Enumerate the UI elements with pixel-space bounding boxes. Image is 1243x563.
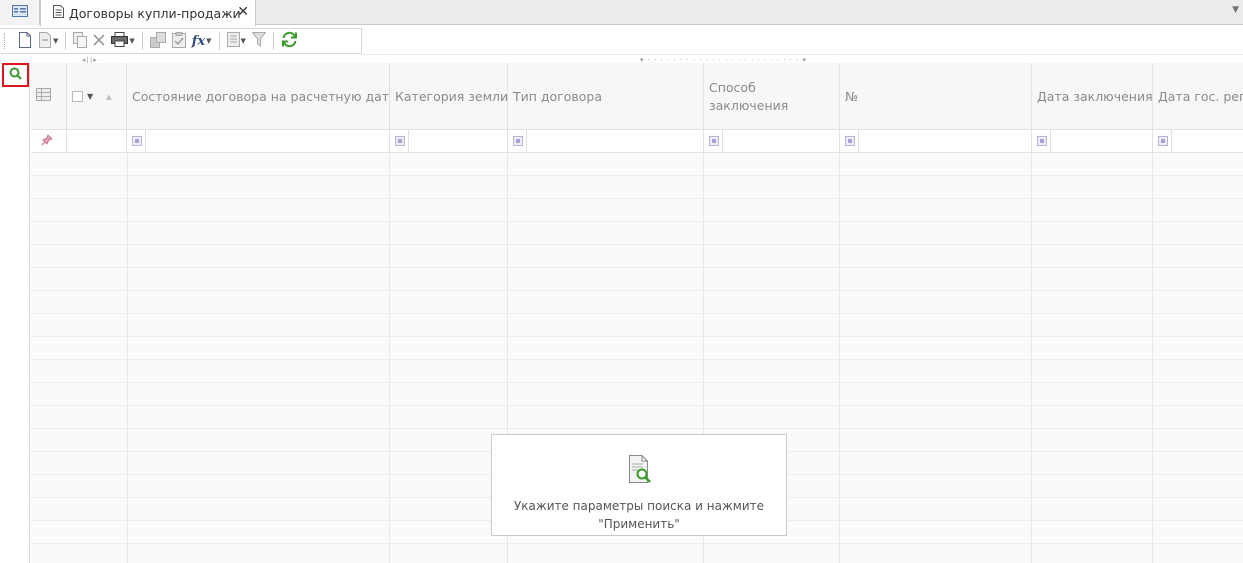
filter-conclusion-method[interactable]	[704, 130, 840, 152]
filter-number[interactable]	[840, 130, 1032, 152]
toolbar: ▼ ▼ fx ▼ ▼	[0, 28, 362, 54]
column-chooser[interactable]	[31, 63, 67, 130]
table-row[interactable]	[31, 291, 1243, 314]
export-button[interactable]	[149, 30, 166, 52]
export-icon	[149, 31, 166, 51]
edit-icon	[38, 31, 52, 51]
search-hint-line1: Укажите параметры поиска и нажмите	[513, 499, 765, 513]
print-button[interactable]: ▼	[111, 30, 135, 52]
column-header-state[interactable]: Состояние договора на расчетную дату	[127, 63, 390, 130]
filter-operator-icon[interactable]	[395, 136, 405, 146]
column-header-state-reg-date[interactable]: Дата гос. регистрации	[1153, 63, 1243, 130]
edit-button[interactable]: ▼	[38, 30, 58, 52]
formula-dropdown-icon[interactable]: ▼	[206, 37, 211, 45]
table-row[interactable]	[31, 222, 1243, 245]
filter-operator-icon[interactable]	[845, 136, 855, 146]
close-tab-icon[interactable]: ✕	[237, 4, 249, 20]
table-row[interactable]	[31, 199, 1243, 222]
view-icon	[226, 32, 240, 50]
filter-operator-icon[interactable]	[132, 136, 142, 146]
print-dropdown-icon[interactable]: ▼	[129, 37, 134, 45]
filter-operator-icon[interactable]	[709, 136, 719, 146]
filter-button[interactable]	[251, 30, 267, 52]
filter-state-reg-date[interactable]	[1153, 130, 1243, 152]
pin-icon[interactable]	[41, 134, 53, 149]
delete-icon	[93, 33, 105, 49]
tab-home[interactable]	[0, 0, 40, 25]
column-header-conclusion-method[interactable]: Способ заключения	[704, 63, 840, 130]
report-icon	[171, 31, 186, 51]
table-row[interactable]	[31, 268, 1243, 291]
filter-icon	[251, 32, 267, 50]
table-row[interactable]	[31, 245, 1243, 268]
grid-header: ▼ ▲ Состояние договора на расчетную дату…	[31, 63, 1243, 130]
table-row[interactable]	[31, 153, 1243, 176]
clear-filter-cell[interactable]	[31, 130, 67, 152]
column-header-land-category[interactable]: Категория земли	[390, 63, 508, 130]
table-row[interactable]	[31, 360, 1243, 383]
new-document-icon	[18, 31, 32, 51]
search-panel-toggle[interactable]	[2, 63, 29, 87]
filter-state[interactable]	[127, 130, 390, 152]
refresh-button[interactable]	[281, 30, 298, 52]
view-button[interactable]: ▼	[226, 30, 246, 52]
search-icon	[9, 67, 22, 83]
filter-operator-icon[interactable]	[1037, 136, 1047, 146]
formula-button[interactable]: fx ▼	[192, 30, 212, 52]
report-button[interactable]	[171, 30, 186, 52]
edit-dropdown-icon[interactable]: ▼	[53, 37, 58, 45]
filter-contract-type[interactable]	[508, 130, 704, 152]
table-row[interactable]	[31, 406, 1243, 429]
new-document-button[interactable]	[18, 30, 32, 52]
table-row[interactable]	[31, 383, 1243, 406]
window-list-icon	[11, 5, 28, 20]
table-row[interactable]	[31, 544, 1243, 563]
toolbar-grip[interactable]	[4, 33, 7, 49]
table-row[interactable]	[31, 176, 1243, 199]
filter-operator-icon[interactable]	[513, 136, 523, 146]
refresh-icon	[281, 31, 298, 51]
delete-button[interactable]	[93, 30, 105, 52]
select-all-checkbox[interactable]	[72, 91, 83, 102]
search-hint-line2: "Применить"	[598, 517, 680, 531]
select-all-cell[interactable]: ▼ ▲	[67, 63, 127, 130]
column-header-contract-type[interactable]: Тип договора	[508, 63, 704, 130]
tab-contracts[interactable]: Договоры купли-продажи ✕	[40, 0, 256, 26]
tab-label: Договоры купли-продажи	[69, 5, 241, 21]
tab-strip: Договоры купли-продажи ✕ ▼	[0, 0, 1243, 26]
copy-button[interactable]	[73, 30, 88, 52]
table-row[interactable]	[31, 337, 1243, 360]
sort-ascending-icon[interactable]: ▲	[106, 88, 111, 106]
filter-land-category[interactable]	[390, 130, 508, 152]
column-header-conclusion-date[interactable]: Дата заключения	[1032, 63, 1153, 130]
search-document-icon	[628, 455, 652, 486]
column-header-number[interactable]: №	[840, 63, 1032, 130]
fx-icon: fx	[191, 33, 206, 49]
grid-layout-icon	[36, 87, 51, 106]
printer-icon	[111, 32, 129, 50]
select-dropdown-icon[interactable]: ▼	[87, 88, 93, 106]
search-hint-box: Укажите параметры поиска и нажмите "Прим…	[491, 434, 787, 536]
filter-operator-icon[interactable]	[1158, 136, 1168, 146]
copy-icon	[73, 31, 88, 51]
filter-row	[31, 130, 1243, 153]
search-panel	[0, 63, 30, 563]
table-row[interactable]	[31, 314, 1243, 337]
filter-conclusion-date[interactable]	[1032, 130, 1153, 152]
search-hint-text: Укажите параметры поиска и нажмите "Прим…	[492, 497, 786, 533]
tab-menu-chevron-icon[interactable]: ▼	[1232, 5, 1239, 15]
view-dropdown-icon[interactable]: ▼	[241, 37, 246, 45]
document-icon	[53, 5, 64, 21]
